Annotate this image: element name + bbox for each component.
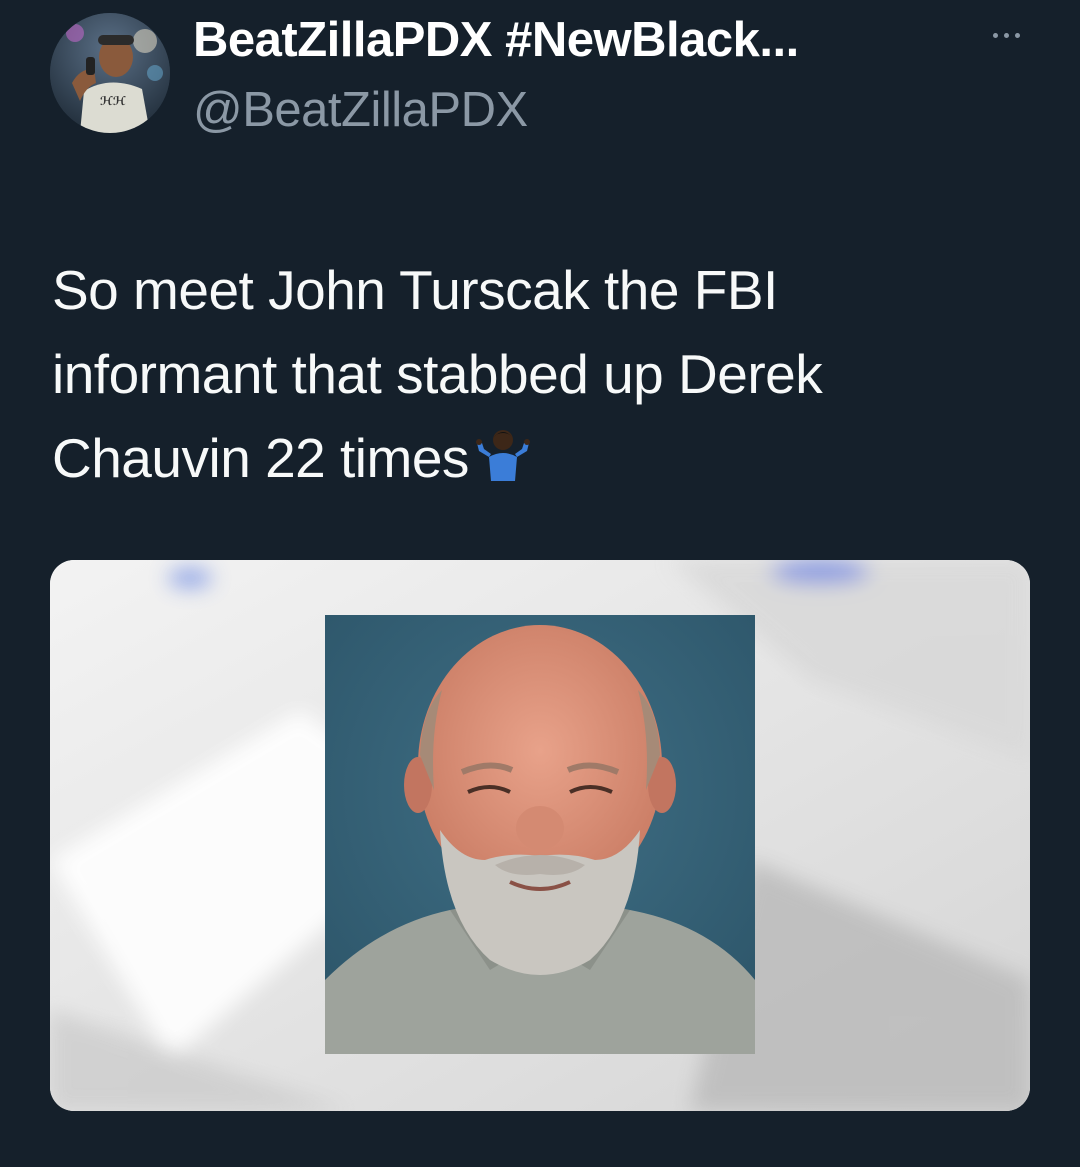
person-shrugging-emoji [475,422,531,506]
tweet-text-line: informant that stabbed up Derek [52,343,823,405]
tweet-text-line: Chauvin 22 times [52,416,1042,506]
user-handle[interactable]: @BeatZillaPDX [193,82,528,138]
tweet-text: So meet John Turscak the FBI informant t… [52,248,1042,506]
tweet-text-line-content: Chauvin 22 times [52,427,469,489]
svg-text:ℋℋ: ℋℋ [100,94,126,108]
tweet-header: ℋℋ BeatZillaPDX #NewBlack... @BeatZillaP… [0,0,1080,160]
tweet-media-image[interactable] [50,560,1030,1111]
display-name[interactable]: BeatZillaPDX #NewBlack... [193,12,799,68]
tweet-text-line: So meet John Turscak the FBI [52,259,778,321]
media-photo [50,560,1030,1111]
avatar-photo: ℋℋ [50,13,170,133]
more-options-button[interactable] [984,20,1028,50]
more-horizontal-icon [992,32,1020,38]
user-avatar[interactable]: ℋℋ [50,13,170,133]
